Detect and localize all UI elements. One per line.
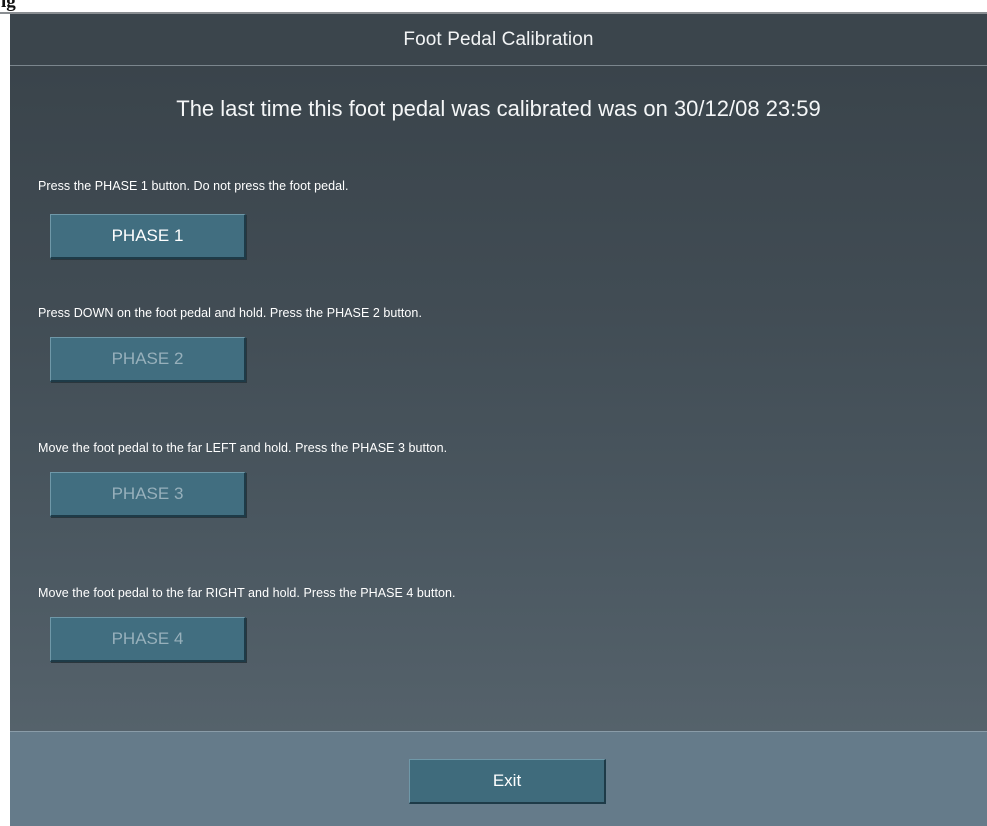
title-bar: Foot Pedal Calibration	[10, 14, 987, 66]
calibration-window: Foot Pedal Calibration The last time thi…	[10, 14, 987, 826]
footer-bar: Exit	[10, 731, 987, 826]
window-title: Foot Pedal Calibration	[403, 28, 594, 50]
header-strip: ig	[0, 0, 987, 14]
phase-1-instruction: Press the PHASE 1 button. Do not press t…	[38, 179, 349, 193]
header-text-fragment: ig	[1, 0, 16, 12]
last-calibrated-message: The last time this foot pedal was calibr…	[176, 96, 821, 121]
phase-4-instruction: Move the foot pedal to the far RIGHT and…	[38, 586, 456, 600]
exit-button[interactable]: Exit	[409, 759, 606, 804]
phase-3-instruction: Move the foot pedal to the far LEFT and …	[38, 441, 448, 455]
phase-4-button[interactable]: PHASE 4	[50, 617, 246, 662]
phase-1-button[interactable]: PHASE 1	[50, 214, 246, 259]
phase-3-button[interactable]: PHASE 3	[50, 472, 246, 517]
phase-2-instruction: Press DOWN on the foot pedal and hold. P…	[38, 306, 422, 320]
phase-2-button[interactable]: PHASE 2	[50, 337, 246, 382]
content-panel: The last time this foot pedal was calibr…	[10, 66, 987, 731]
